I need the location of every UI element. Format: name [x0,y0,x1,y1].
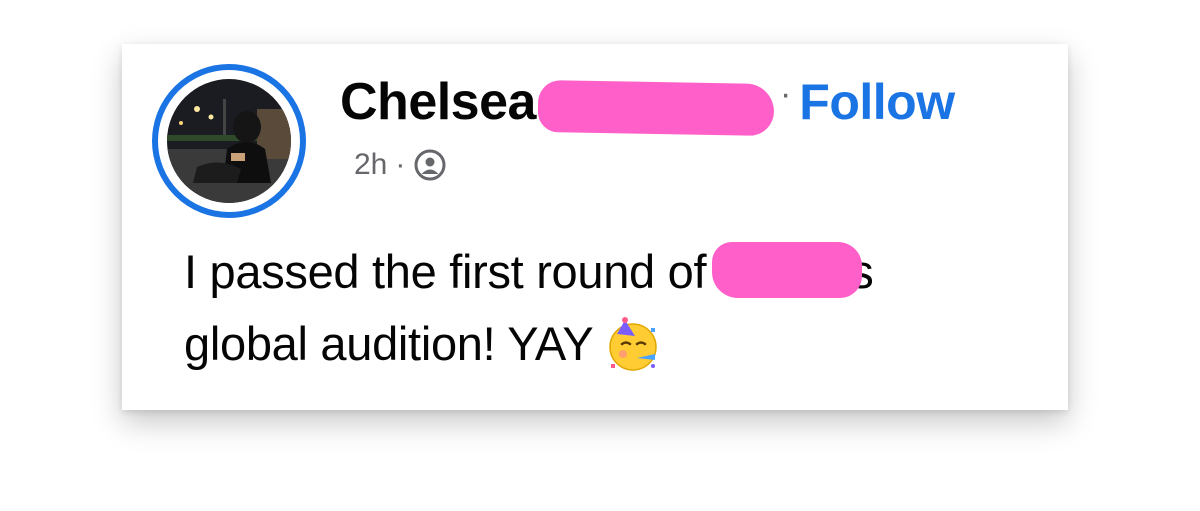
author-name[interactable]: Chelsea [340,72,536,132]
screenshot-stage: Chelsea · Follow 2h · I passed the first… [0,0,1200,511]
header-separator: · [779,74,792,113]
post-body-line-2: global audition! YAY [184,308,1044,380]
post-timestamp[interactable]: 2h [354,148,387,182]
avatar-story-ring[interactable] [152,64,306,218]
partying-face-emoji [603,314,663,374]
post-meta: 2h · [354,148,447,182]
avatar[interactable] [167,79,291,203]
post-card: Chelsea · Follow 2h · I passed the first… [122,44,1068,410]
post-text-start: I passed the first round of [184,245,707,298]
post-header: Chelsea · Follow [340,72,955,137]
friends-audience-icon[interactable] [413,148,447,182]
redaction-mark [537,79,775,137]
post-text-end: global audition! YAY [184,317,594,370]
avatar-photo [167,79,291,203]
redaction-mark [712,241,863,298]
meta-separator: · [395,148,406,181]
follow-button[interactable]: Follow [799,73,955,131]
post-body: I passed the first round ofs global audi… [184,236,1044,380]
post-body-line-1: I passed the first round ofs [184,236,1044,308]
